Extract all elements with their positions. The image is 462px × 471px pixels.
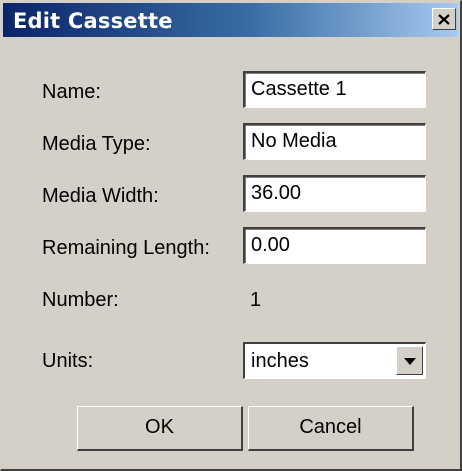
name-field[interactable]: Cassette 1 — [243, 71, 426, 108]
media-type-label: Media Type: — [42, 133, 151, 155]
units-label: Units: — [42, 350, 94, 372]
units-dropdown-button[interactable] — [396, 346, 423, 375]
number-label: Number: — [42, 289, 119, 311]
cancel-button[interactable]: Cancel — [248, 406, 414, 451]
media-width-label: Media Width: — [42, 185, 159, 207]
media-width-field[interactable]: 36.00 — [243, 175, 426, 212]
media-type-field[interactable]: No Media — [243, 123, 426, 160]
number-value: 1 — [250, 289, 262, 311]
dialog-title: Edit Cassette — [13, 9, 173, 33]
edit-cassette-dialog: Edit Cassette Name: Cassette 1 Media Typ… — [0, 0, 462, 471]
close-button[interactable] — [432, 8, 456, 30]
chevron-down-icon — [403, 352, 416, 370]
name-label: Name: — [42, 81, 101, 103]
close-icon — [438, 13, 450, 25]
units-select-value: inches — [251, 350, 309, 372]
ok-button[interactable]: OK — [77, 406, 243, 451]
units-select[interactable]: inches — [243, 342, 426, 379]
title-bar[interactable]: Edit Cassette — [3, 3, 458, 37]
remaining-length-label: Remaining Length: — [42, 237, 210, 259]
remaining-length-field[interactable]: 0.00 — [243, 227, 426, 264]
